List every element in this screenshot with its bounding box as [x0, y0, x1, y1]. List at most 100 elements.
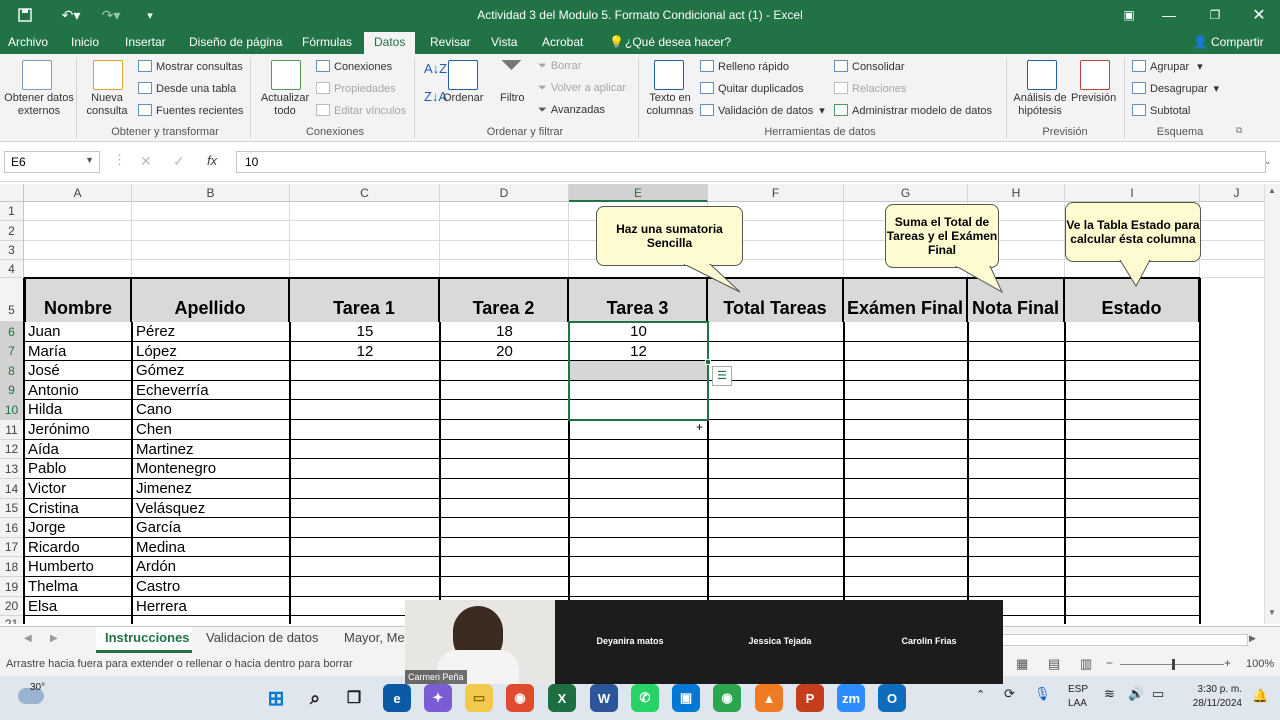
from-table-button[interactable]: Desde una tabla: [138, 82, 236, 96]
cell-apellido[interactable]: Echeverría: [133, 381, 289, 400]
enter-icon[interactable]: ✓: [173, 153, 185, 170]
manage-data-model-button[interactable]: Administrar modelo de datos: [834, 104, 992, 118]
cell-nombre[interactable]: Jorge: [25, 518, 131, 538]
consolidate-button[interactable]: Consolidar: [834, 60, 905, 74]
cancel-icon[interactable]: ✕: [140, 153, 152, 170]
vertical-scrollbar[interactable]: ▲ ▼: [1264, 184, 1280, 624]
forecast-button[interactable]: Previsión: [1071, 92, 1116, 105]
relationships-button[interactable]: Relaciones: [834, 82, 906, 96]
scroll-right-icon[interactable]: ▶: [1249, 633, 1256, 644]
header-apellido[interactable]: Apellido: [132, 278, 290, 322]
cell-nombre[interactable]: Pablo: [25, 459, 131, 479]
cell-tarea2[interactable]: 20: [441, 342, 568, 361]
cell-apellido[interactable]: Martinez: [133, 440, 289, 459]
weather-temp[interactable]: 30°: [30, 682, 45, 693]
row-header-3[interactable]: 3: [0, 241, 24, 260]
expand-formula-icon[interactable]: ⌄: [1264, 156, 1272, 167]
cell-nombre[interactable]: Humberto: [25, 557, 131, 577]
col-header-c[interactable]: C: [290, 184, 440, 202]
cell-nombre[interactable]: Juan: [25, 322, 131, 342]
tab-insertar[interactable]: Insertar: [125, 35, 166, 49]
group-button[interactable]: Agrupar ▾: [1132, 60, 1203, 74]
col-header-e[interactable]: E: [569, 184, 708, 202]
row-header-13[interactable]: 13: [0, 459, 24, 479]
cell-nombre[interactable]: Cristina: [25, 499, 131, 518]
row-header-8[interactable]: 8: [0, 361, 24, 381]
row-header-16[interactable]: 16: [0, 518, 24, 538]
row-header-15[interactable]: 15: [0, 499, 24, 518]
tab-diseno[interactable]: Diseño de página: [189, 35, 282, 49]
ungroup-button[interactable]: Desagrupar ▾: [1132, 82, 1219, 96]
row-header-5[interactable]: 5: [0, 278, 24, 322]
wifi-icon[interactable]: ≋: [1104, 686, 1115, 702]
cell-tarea1[interactable]: 12: [291, 342, 439, 361]
row-header-17[interactable]: 17: [0, 538, 24, 557]
copilot-icon[interactable]: ✦: [424, 684, 452, 712]
word-icon[interactable]: W: [590, 684, 618, 712]
tab-inicio[interactable]: Inicio: [71, 35, 99, 49]
start-windows-icon[interactable]: ⊞: [262, 684, 290, 712]
chrome-profile-icon[interactable]: ◉: [713, 684, 741, 712]
search-icon[interactable]: ⌕: [301, 684, 329, 712]
horizontal-scrollbar[interactable]: [996, 634, 1248, 646]
quick-analysis-icon[interactable]: ☰: [712, 366, 732, 386]
cell-nombre[interactable]: José: [25, 361, 131, 381]
vlc-icon[interactable]: ▲: [755, 684, 783, 712]
col-header-a[interactable]: A: [24, 184, 132, 202]
row-header-14[interactable]: 14: [0, 479, 24, 499]
tab-formulas[interactable]: Fórmulas: [302, 35, 352, 49]
what-if-button[interactable]: Análisis de hipótesis: [1010, 92, 1070, 118]
clear-button[interactable]: ⏷ Borrar: [538, 60, 581, 73]
cell-nombre[interactable]: Hilda: [25, 400, 131, 420]
row-header-1[interactable]: 1: [0, 202, 24, 221]
tab-datos[interactable]: Datos: [364, 32, 416, 54]
row-header-11[interactable]: 11: [0, 420, 24, 440]
zoom-slider-thumb[interactable]: [1172, 659, 1175, 670]
row-header-9[interactable]: 9: [0, 381, 24, 400]
tab-archivo[interactable]: Archivo: [8, 35, 48, 49]
cell-apellido[interactable]: Jimenez: [133, 479, 289, 499]
cell-apellido[interactable]: Chen: [133, 420, 289, 440]
row-header-4[interactable]: 4: [0, 260, 24, 278]
data-validation-button[interactable]: Validación de datos ▾: [700, 104, 825, 118]
filter-button[interactable]: Filtro: [500, 92, 524, 105]
cell-nombre[interactable]: Ricardo: [25, 538, 131, 557]
cell-apellido[interactable]: Castro: [133, 577, 289, 597]
refresh-all-button[interactable]: Actualizar todo: [256, 92, 314, 118]
cell-apellido[interactable]: Velásquez: [133, 499, 289, 518]
recent-sources-button[interactable]: Fuentes recientes: [138, 104, 243, 118]
connections-button[interactable]: Conexiones: [316, 60, 392, 74]
scroll-up-icon[interactable]: ▲: [1268, 186, 1276, 195]
zoom-out-icon[interactable]: −: [1106, 656, 1113, 670]
row-header-21[interactable]: 21: [0, 616, 24, 624]
edit-links-button[interactable]: Editar vínculos: [316, 104, 406, 118]
file-explorer-icon[interactable]: ▭: [465, 684, 493, 712]
col-header-b[interactable]: B: [132, 184, 290, 202]
volume-icon[interactable]: 🔊: [1128, 686, 1144, 702]
ribbon-display-icon[interactable]: ▣: [1118, 4, 1140, 26]
chrome-icon[interactable]: ◉: [506, 684, 534, 712]
sort-button[interactable]: Ordenar: [443, 92, 483, 105]
col-header-g[interactable]: G: [844, 184, 968, 202]
microphone-icon[interactable]: 🎙: [1034, 686, 1051, 702]
col-header-h[interactable]: H: [968, 184, 1065, 202]
get-external-data-button[interactable]: Obtener datos externos: [3, 92, 75, 118]
sheet-tab-label-instrucciones[interactable]: Instrucciones: [105, 630, 190, 645]
name-box[interactable]: E6 ▼: [4, 151, 100, 173]
cell-nombre[interactable]: Thelma: [25, 577, 131, 597]
cell-apellido[interactable]: Medina: [133, 538, 289, 557]
cell-apellido[interactable]: Pérez: [133, 322, 289, 342]
select-all-corner[interactable]: [0, 184, 24, 202]
cell-tarea2[interactable]: 18: [441, 322, 568, 342]
cell-apellido[interactable]: García: [133, 518, 289, 538]
powerpoint-icon[interactable]: P: [796, 684, 824, 712]
cell-apellido[interactable]: Gómez: [133, 361, 289, 381]
network-tray-icon[interactable]: ⟳: [1004, 686, 1015, 702]
formula-input[interactable]: 10: [236, 151, 1266, 173]
prev-sheet-icon[interactable]: ◀: [24, 633, 32, 644]
close-icon[interactable]: ✕: [1248, 4, 1270, 26]
cell-apellido[interactable]: López: [133, 342, 289, 361]
text-to-columns-button[interactable]: Texto en columnas: [644, 92, 696, 118]
show-queries-button[interactable]: Mostrar consultas: [138, 60, 243, 74]
whatsapp-icon[interactable]: ✆: [631, 684, 659, 712]
